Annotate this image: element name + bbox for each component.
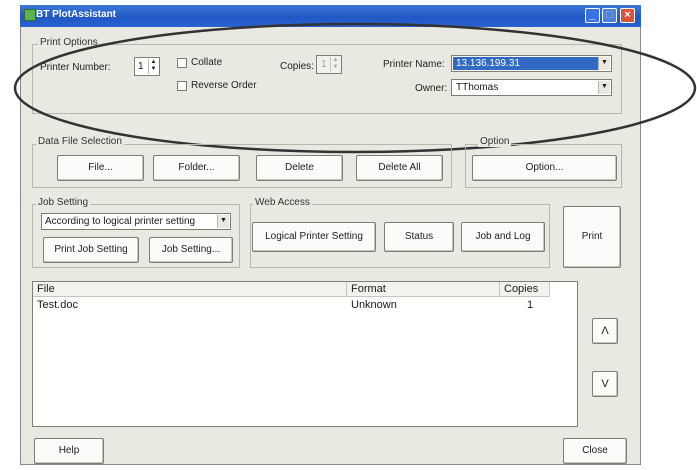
help-button[interactable]: Help xyxy=(34,438,104,464)
row-format: Unknown xyxy=(351,299,397,311)
delete-all-button[interactable]: Delete All xyxy=(356,155,443,181)
move-up-button[interactable]: Λ xyxy=(592,318,618,344)
delete-button[interactable]: Delete xyxy=(256,155,343,181)
column-header-file[interactable]: File xyxy=(33,282,347,297)
option-label: Option xyxy=(478,136,512,147)
row-file: Test.doc xyxy=(37,299,78,311)
data-file-selection-label: Data File Selection xyxy=(36,136,124,147)
option-button[interactable]: Option... xyxy=(472,155,617,181)
job-setting-select[interactable]: According to logical printer setting ▼ xyxy=(41,213,231,230)
print-button[interactable]: Print xyxy=(563,206,621,268)
column-header-copies[interactable]: Copies xyxy=(500,282,550,297)
table-row[interactable]: Test.doc Unknown 1 xyxy=(33,299,577,315)
chevron-down-icon[interactable]: ▼ xyxy=(217,215,229,228)
job-setting-label: Job Setting xyxy=(36,197,91,208)
column-header-format[interactable]: Format xyxy=(347,282,500,297)
folder-button[interactable]: Folder... xyxy=(153,155,240,181)
close-button[interactable]: Close xyxy=(563,438,627,464)
window-title: BT PlotAssistant xyxy=(36,9,117,20)
job-setting-value: According to logical printer setting xyxy=(45,216,196,227)
file-list[interactable]: File Format Copies Test.doc Unknown 1 xyxy=(32,281,578,427)
web-access-label: Web Access xyxy=(253,197,312,208)
status-button[interactable]: Status xyxy=(384,222,454,252)
row-copies: 1 xyxy=(527,299,534,311)
job-and-log-button[interactable]: Job and Log xyxy=(461,222,545,252)
logical-printer-setting-button[interactable]: Logical Printer Setting xyxy=(252,222,376,252)
move-down-button[interactable]: V xyxy=(592,371,618,397)
file-button[interactable]: File... xyxy=(57,155,144,181)
print-job-setting-button[interactable]: Print Job Setting xyxy=(43,237,139,263)
job-setting-button[interactable]: Job Setting... xyxy=(149,237,233,263)
